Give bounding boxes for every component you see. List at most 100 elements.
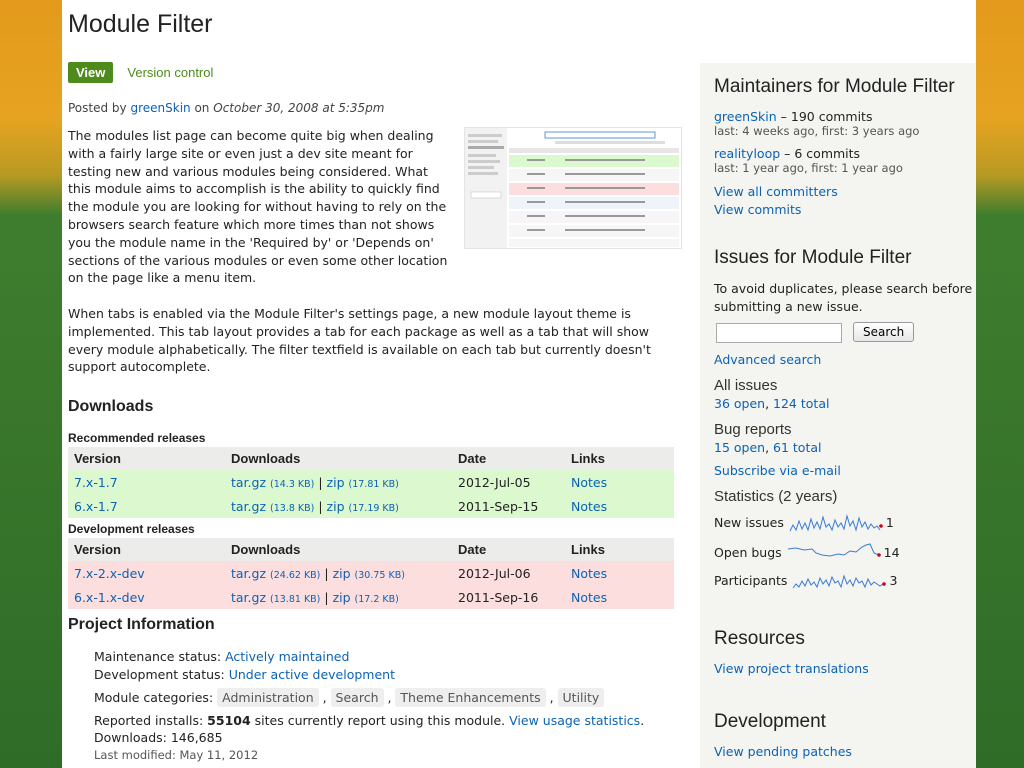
- stat-label: Participants: [714, 572, 788, 588]
- advanced-search-link[interactable]: Advanced search: [714, 352, 821, 367]
- installs-suffix: sites currently report using this module…: [254, 712, 506, 728]
- development-releases-label: Development releases: [68, 522, 195, 536]
- separator: |: [318, 474, 323, 490]
- intro-paragraph: The modules list page can become quite b…: [68, 128, 448, 286]
- node-tabs: View Version control: [68, 61, 213, 83]
- release-date: 2011-Sep-16: [452, 585, 565, 609]
- targz-link[interactable]: tar.gz: [231, 590, 266, 605]
- separator: |: [324, 565, 329, 581]
- version-link[interactable]: 7.x-2.x-dev: [74, 566, 145, 581]
- downloads-heading: Downloads: [68, 398, 154, 415]
- author-link[interactable]: greenSkin: [130, 101, 190, 115]
- stat-value: 1: [885, 514, 894, 530]
- notes-link[interactable]: Notes: [571, 499, 607, 514]
- all-issues-total-link[interactable]: 124 total: [773, 396, 829, 411]
- category-search[interactable]: Search: [330, 688, 384, 707]
- table-header-row: Version Downloads Date Links: [68, 447, 674, 470]
- maintenance-status-link[interactable]: Actively maintained: [225, 649, 349, 664]
- col-links: Links: [565, 447, 674, 470]
- zip-link[interactable]: zip: [333, 566, 351, 581]
- targz-link[interactable]: tar.gz: [231, 499, 266, 514]
- version-link[interactable]: 6.x-1.7: [74, 499, 118, 514]
- release-date: 2012-Jul-05: [452, 470, 565, 494]
- project-information-heading: Project Information: [68, 616, 215, 633]
- maintainer-item: greenSkin – 190 commits last: 4 weeks ag…: [714, 109, 919, 138]
- file-size: (13.81 KB): [270, 593, 321, 605]
- installs-count: 55104: [207, 712, 251, 728]
- col-date: Date: [452, 447, 565, 470]
- issue-search-button[interactable]: Search: [853, 322, 915, 342]
- version-link[interactable]: 7.x-1.7: [74, 475, 118, 490]
- bug-total-link[interactable]: 61 total: [773, 440, 821, 455]
- category-administration[interactable]: Administration: [217, 688, 319, 707]
- view-pending-patches-link[interactable]: View pending patches: [714, 744, 852, 759]
- zip-link[interactable]: zip: [327, 499, 345, 514]
- tabs-paragraph: When tabs is enabled via the Module Filt…: [68, 306, 651, 375]
- all-issues-counts: 36 open, 124 total: [714, 396, 830, 411]
- module-screenshot-thumbnail[interactable]: [464, 127, 682, 249]
- maintainer-item: realityloop – 6 commits last: 1 year ago…: [714, 146, 903, 175]
- downloads-count: Downloads: 146,685: [94, 729, 674, 747]
- maintainers-heading: Maintainers for Module Filter: [714, 76, 955, 97]
- release-date: 2011-Sep-15: [452, 494, 565, 518]
- development-label: Development status:: [94, 666, 225, 682]
- version-link[interactable]: 6.x-1.x-dev: [74, 590, 145, 605]
- file-size: (30.75 KB): [354, 569, 405, 581]
- view-commits-link[interactable]: View commits: [714, 202, 801, 217]
- targz-link[interactable]: tar.gz: [231, 475, 266, 490]
- table-row: 6.x-1.7 tar.gz (13.8 KB) | zip (17.19 KB…: [68, 494, 674, 518]
- maintainer-link[interactable]: greenSkin: [714, 109, 777, 124]
- col-downloads: Downloads: [225, 447, 452, 470]
- tab-view[interactable]: View: [68, 61, 114, 83]
- col-date: Date: [452, 538, 565, 561]
- table-header-row: Version Downloads Date Links: [68, 538, 674, 561]
- stat-label: New issues: [714, 514, 784, 530]
- view-translations-link[interactable]: View project translations: [714, 661, 869, 676]
- tab-version-control[interactable]: Version control: [127, 65, 213, 80]
- post-date: October 30, 2008 at 5:35pm: [213, 101, 385, 115]
- statistics-heading: Statistics (2 years): [714, 488, 837, 505]
- recommended-releases-table: Version Downloads Date Links 7.x-1.7 tar…: [68, 447, 674, 518]
- issues-heading: Issues for Module Filter: [714, 247, 912, 268]
- installs-label: Reported installs:: [94, 712, 204, 728]
- targz-link[interactable]: tar.gz: [231, 566, 266, 581]
- stat-participants: Participants 3: [714, 569, 897, 591]
- col-downloads: Downloads: [225, 538, 452, 561]
- development-releases-table: Version Downloads Date Links 7.x-2.x-dev…: [68, 538, 674, 609]
- development-status: Development status: Under active develop…: [94, 666, 674, 684]
- notes-link[interactable]: Notes: [571, 475, 607, 490]
- bug-open-link[interactable]: 15 open: [714, 440, 765, 455]
- maintenance-status: Maintenance status: Actively maintained: [94, 648, 674, 666]
- resources-heading: Resources: [714, 628, 805, 649]
- category-theme-enhancements[interactable]: Theme Enhancements: [395, 688, 546, 707]
- file-size: (24.62 KB): [270, 569, 321, 581]
- col-version: Version: [68, 447, 225, 470]
- stat-value: 3: [889, 572, 898, 588]
- notes-link[interactable]: Notes: [571, 590, 607, 605]
- commit-count: – 6 commits: [780, 146, 861, 161]
- zip-link[interactable]: zip: [333, 590, 351, 605]
- all-issues-open-link[interactable]: 36 open: [714, 396, 765, 411]
- bug-reports-counts: 15 open, 61 total: [714, 440, 822, 455]
- notes-link[interactable]: Notes: [571, 566, 607, 581]
- downloads-label: Downloads:: [94, 730, 167, 745]
- zip-link[interactable]: zip: [327, 475, 345, 490]
- stat-new-issues: New issues 1: [714, 511, 894, 533]
- module-categories: Module categories: Administration , Sear…: [94, 688, 674, 707]
- view-all-committers-link[interactable]: View all committers: [714, 184, 838, 199]
- downloads-value: 146,685: [170, 730, 223, 745]
- stat-open-bugs: Open bugs 14: [714, 541, 900, 563]
- maintenance-label: Maintenance status:: [94, 649, 222, 664]
- subscribe-email-link[interactable]: Subscribe via e-mail: [714, 463, 841, 478]
- category-utility[interactable]: Utility: [557, 688, 605, 707]
- page-title: Module Filter: [68, 10, 213, 38]
- file-size: (17.81 KB): [348, 478, 399, 490]
- open-bugs-sparkline: [787, 543, 881, 557]
- issue-search-input[interactable]: [716, 323, 842, 343]
- maintainer-link[interactable]: realityloop: [714, 146, 780, 161]
- development-status-link[interactable]: Under active development: [229, 667, 395, 682]
- new-issues-sparkline: [789, 514, 883, 532]
- usage-statistics-link[interactable]: View usage statistics: [509, 713, 640, 728]
- posted-prefix: Posted by: [68, 101, 127, 115]
- separator: |: [324, 589, 329, 605]
